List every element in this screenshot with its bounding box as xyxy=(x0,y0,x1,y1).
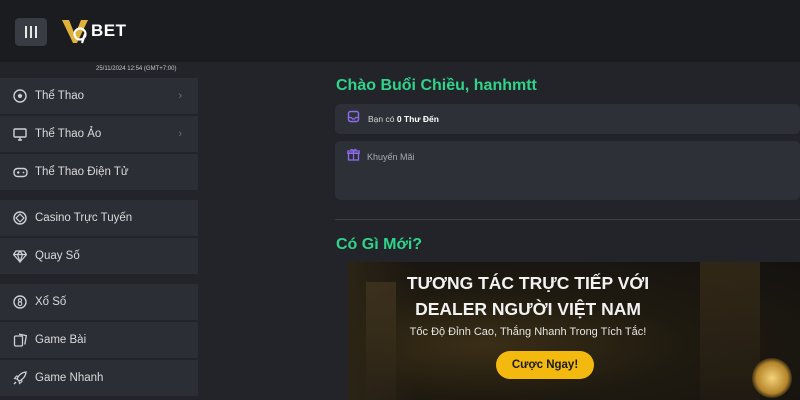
sidebar-item-label: Xổ Số xyxy=(35,296,67,308)
hamburger-menu-button[interactable] xyxy=(15,18,47,46)
gamepad-icon xyxy=(12,164,28,180)
sidebar-item-game-bai[interactable]: Game Bài xyxy=(0,322,198,358)
v9-logo-icon xyxy=(62,20,88,44)
promo-banner[interactable]: TƯƠNG TÁC TRỰC TIẾP VỚI DEALER NGƯỜI VIỆ… xyxy=(348,262,800,400)
top-bar: BET xyxy=(0,0,800,62)
greeting-title: Chào Buổi Chiều, hanhmtt xyxy=(336,77,537,94)
lottery-ball-icon xyxy=(12,294,28,310)
inbox-icon xyxy=(347,110,360,128)
casino-chip-icon xyxy=(12,210,28,226)
datetime-clock: 25/11/2024 12:54 (GMT+7:00) xyxy=(96,66,177,72)
sidebar-item-xo-so[interactable]: Xổ Số xyxy=(0,284,198,320)
inbox-count: 0 Thư Đến xyxy=(396,114,439,124)
monitor-icon xyxy=(12,126,28,142)
chevron-right-icon: › xyxy=(178,90,182,102)
sidebar-item-the-thao-dien-tu[interactable]: Thể Thao Điện Tử xyxy=(0,154,198,190)
sidebar-item-label: Game Nhanh xyxy=(35,372,104,384)
sidebar-item-label: Thể Thao Ảo xyxy=(35,128,102,140)
sidebar-item-game-nhanh[interactable]: Game Nhanh xyxy=(0,360,198,396)
banner-headline-2: DEALER NGƯỜI VIỆT NAM xyxy=(415,299,641,319)
soccer-ball-icon xyxy=(12,88,28,104)
section-divider xyxy=(335,219,800,220)
sidebar-item-label: Thể Thao Điện Tử xyxy=(35,166,129,178)
whats-new-title: Có Gì Mới? xyxy=(336,236,423,253)
cards-icon xyxy=(12,332,28,348)
rocket-icon xyxy=(12,370,28,386)
chevron-right-icon: › xyxy=(178,128,182,140)
sidebar-item-casino-truc-tuyen[interactable]: Casino Trực Tuyến xyxy=(0,200,198,236)
brand-name: BET xyxy=(91,21,127,40)
diamond-icon xyxy=(12,248,28,264)
gift-icon xyxy=(347,148,360,166)
bet-now-button[interactable]: Cược Ngay! xyxy=(496,351,594,379)
gold-coin-decor xyxy=(752,358,792,398)
sidebar-item-quay-so[interactable]: Quay Số xyxy=(0,238,198,274)
sidebar: Thể Thao › Thể Thao Ảo › Thể Thao Điện T… xyxy=(0,78,198,400)
sidebar-item-label: Thể Thao xyxy=(35,90,85,102)
promotion-panel[interactable]: Khuyến Mãi xyxy=(335,141,800,200)
sidebar-item-the-thao-ao[interactable]: Thể Thao Ảo › xyxy=(0,116,198,152)
sidebar-item-label: Casino Trực Tuyến xyxy=(35,212,133,224)
inbox-notice[interactable]: Bạn có 0 Thư Đến xyxy=(335,104,800,134)
sidebar-item-label: Quay Số xyxy=(35,250,80,262)
main-content: Chào Buổi Chiều, hanhmtt Bạn có 0 Thư Đế… xyxy=(198,62,800,400)
sidebar-item-label: Game Bài xyxy=(35,334,87,346)
banner-subtitle: Tốc Độ Đỉnh Cao, Thắng Nhanh Trong Tích … xyxy=(409,326,647,338)
banner-decor xyxy=(700,262,760,400)
sidebar-item-the-thao[interactable]: Thể Thao › xyxy=(0,78,198,114)
promotion-label: Khuyến Mãi xyxy=(367,152,415,162)
brand-logo[interactable]: BET xyxy=(60,17,127,45)
inbox-notice-text: Bạn có 0 Thư Đến xyxy=(368,114,439,124)
banner-headline-1: TƯƠNG TÁC TRỰC TIẾP VỚI xyxy=(406,273,650,293)
